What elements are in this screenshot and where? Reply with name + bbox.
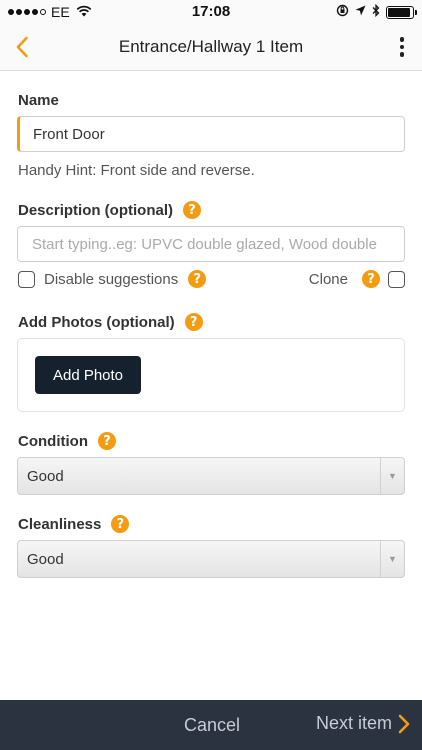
clone-label: Clone	[308, 270, 348, 288]
disable-suggestions-option: Disable suggestions ?	[18, 270, 207, 288]
suggestions-help-icon[interactable]: ?	[188, 270, 207, 288]
condition-label: Condition ?	[18, 432, 116, 450]
cleanliness-label: Cleanliness ?	[18, 515, 130, 533]
cleanliness-select[interactable]: Good ▼	[17, 540, 405, 578]
location-icon	[355, 5, 366, 19]
description-help-icon[interactable]: ?	[183, 201, 201, 219]
photos-help-icon[interactable]: ?	[184, 313, 203, 331]
cleanliness-value: Good	[27, 551, 64, 568]
battery-icon	[386, 5, 417, 19]
chevron-down-icon: ▼	[380, 458, 404, 494]
condition-value: Good	[27, 468, 64, 485]
next-item-button[interactable]: Next item	[316, 713, 410, 734]
add-photos-label: Add Photos (optional) ?	[18, 313, 203, 331]
chevron-down-icon: ▼	[380, 541, 404, 577]
add-photo-button[interactable]: Add Photo	[35, 356, 141, 394]
description-label: Description (optional) ?	[18, 201, 201, 219]
suggestions-clone-row: Disable suggestions ? Clone ?	[18, 268, 405, 290]
status-right	[336, 3, 417, 20]
bluetooth-icon	[372, 3, 380, 20]
chevron-right-icon	[398, 714, 410, 733]
more-options-button[interactable]	[390, 34, 414, 60]
next-item-label: Next item	[315, 713, 392, 733]
photos-container: Add Photo	[17, 338, 405, 412]
page-title: Entrance/Hallway 1 Item	[118, 37, 304, 56]
disable-suggestions-checkbox[interactable]	[18, 270, 35, 288]
clone-help-icon[interactable]: ?	[362, 270, 380, 288]
navigation-bar: Entrance/Hallway 1 Item	[0, 24, 422, 71]
description-input[interactable]: Start typing..eg: UPVC double glazed, Wo…	[17, 226, 405, 262]
handy-hint: Handy Hint: Front side and reverse.	[18, 162, 255, 179]
clone-checkbox[interactable]	[388, 270, 405, 288]
status-bar: EE 17:08	[0, 0, 422, 24]
disable-suggestions-label: Disable suggestions	[44, 270, 179, 288]
condition-help-icon[interactable]: ?	[97, 432, 116, 450]
bottom-action-bar: Cancel Next item	[0, 700, 422, 750]
clone-option: Clone ?	[309, 270, 405, 288]
cleanliness-help-icon[interactable]: ?	[111, 515, 130, 533]
condition-select[interactable]: Good ▼	[17, 457, 405, 495]
rotation-lock-icon	[336, 4, 349, 20]
name-label: Name	[18, 92, 59, 109]
name-input[interactable]: Front Door	[17, 116, 405, 152]
cancel-button[interactable]: Cancel	[184, 715, 240, 736]
